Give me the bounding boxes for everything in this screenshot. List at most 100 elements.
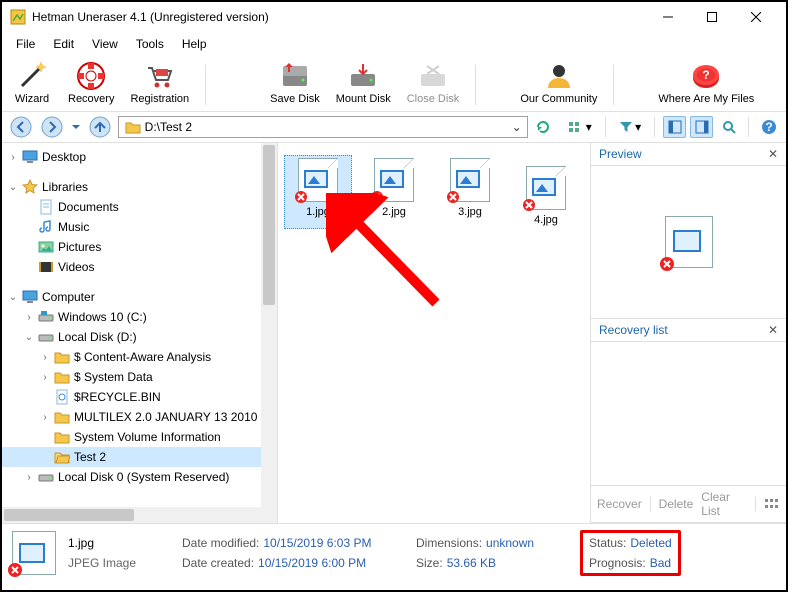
menu-edit[interactable]: Edit — [45, 34, 82, 54]
tree-svi[interactable]: System Volume Information — [2, 427, 262, 447]
tree-sysdata[interactable]: ›$ System Data — [2, 367, 262, 387]
file-item[interactable]: 2.jpg — [360, 155, 428, 229]
tree-videos[interactable]: Videos — [2, 257, 262, 277]
recovery-button[interactable]: Recovery — [64, 60, 118, 105]
maximize-button[interactable] — [690, 2, 734, 32]
forward-button[interactable] — [39, 115, 66, 139]
tree-test2[interactable]: Test 2 — [2, 447, 262, 467]
back-button[interactable] — [8, 115, 35, 139]
menu-tools[interactable]: Tools — [128, 34, 172, 54]
wizard-label: Wizard — [15, 93, 49, 105]
filter-button[interactable]: ▾ — [614, 116, 646, 138]
recovery-body — [591, 342, 786, 485]
drive-icon — [38, 469, 54, 485]
where-label: Where Are My Files — [658, 93, 754, 105]
recovery-title: Recovery list — [599, 323, 668, 337]
folder-icon — [54, 409, 70, 425]
recover-action[interactable]: Recover — [597, 497, 642, 511]
toolbar: Wizard Recovery Registration Save Disk M… — [2, 56, 786, 112]
menu-view[interactable]: View — [84, 34, 126, 54]
tree-multilex[interactable]: ›MULTILEX 2.0 JANUARY 13 2010 — [2, 407, 262, 427]
address-bar[interactable]: ⌄ — [118, 116, 528, 138]
tree-desktop[interactable]: ›Desktop — [2, 147, 262, 167]
close-disk-icon — [417, 60, 449, 92]
prognosis-label: Prognosis: — [589, 556, 646, 570]
tree-locald[interactable]: ⌄Local Disk (D:) — [2, 327, 262, 347]
delete-action[interactable]: Delete — [659, 497, 694, 511]
tree-vscrollbar[interactable] — [261, 143, 277, 523]
closedisk-button: Close Disk — [403, 60, 464, 105]
status-label: Status: — [589, 536, 626, 550]
folder-tree: ›Desktop ⌄Libraries Documents Music Pict… — [2, 143, 278, 523]
save-disk-icon — [279, 60, 311, 92]
search-button[interactable] — [717, 116, 740, 138]
preview-body — [591, 166, 786, 318]
mount-disk-icon — [347, 60, 379, 92]
titlebar: Hetman Uneraser 4.1 (Unregistered versio… — [2, 2, 786, 32]
address-input[interactable] — [145, 120, 509, 134]
registration-label: Registration — [130, 93, 189, 105]
preview-close-icon[interactable]: ✕ — [768, 147, 778, 161]
svg-text:?: ? — [703, 68, 710, 82]
help-button[interactable]: ? — [757, 116, 780, 138]
minimize-button[interactable] — [646, 2, 690, 32]
mountdisk-button[interactable]: Mount Disk — [332, 60, 395, 105]
tree-pictures[interactable]: Pictures — [2, 237, 262, 257]
image-file-icon — [665, 216, 713, 268]
panel-tree-button[interactable] — [663, 116, 686, 138]
recovery-panel: Recovery list ✕ Recover Delete Clear List — [591, 319, 786, 523]
music-icon — [38, 219, 54, 235]
file-item[interactable]: 4.jpg — [512, 163, 580, 229]
tree-hscrollbar[interactable] — [2, 507, 261, 523]
toolbar-separator — [475, 65, 476, 105]
options-icon[interactable] — [764, 498, 780, 510]
image-file-icon — [12, 531, 56, 575]
address-dropdown[interactable]: ⌄ — [509, 120, 525, 134]
tree-recycle[interactable]: $RECYCLE.BIN — [2, 387, 262, 407]
tree-libraries[interactable]: ⌄Libraries — [2, 177, 262, 197]
tree-win10[interactable]: ›Windows 10 (C:) — [2, 307, 262, 327]
registration-button[interactable]: Registration — [126, 60, 193, 105]
menu-file[interactable]: File — [8, 34, 43, 54]
videos-icon — [38, 259, 54, 275]
document-icon — [38, 199, 54, 215]
up-button[interactable] — [87, 115, 114, 139]
file-name: 4.jpg — [534, 214, 558, 226]
created-label: Date created: — [182, 556, 254, 570]
wizard-button[interactable]: Wizard — [8, 60, 56, 105]
toolbar-separator — [613, 65, 614, 105]
file-item[interactable]: 3.jpg — [436, 155, 504, 229]
image-file-icon — [526, 166, 566, 210]
details-bar: 1.jpg JPEG Image Date modified:10/15/201… — [2, 523, 786, 581]
folder-open-icon — [54, 449, 70, 465]
history-dropdown[interactable] — [70, 115, 83, 139]
close-button[interactable] — [734, 2, 778, 32]
tree-computer[interactable]: ⌄Computer — [2, 287, 262, 307]
savedisk-button[interactable]: Save Disk — [266, 60, 324, 105]
dimensions-label: Dimensions: — [416, 536, 482, 550]
app-icon — [10, 9, 26, 25]
where-button[interactable]: ? Where Are My Files — [654, 60, 758, 105]
file-item[interactable]: 1.jpg — [284, 155, 352, 229]
panel-preview-button[interactable] — [690, 116, 713, 138]
cart-icon — [144, 60, 176, 92]
clearlist-action[interactable]: Clear List — [701, 490, 747, 518]
tree-music[interactable]: Music — [2, 217, 262, 237]
dimensions-value: unknown — [486, 536, 534, 550]
tree-caa[interactable]: ›$ Content-Aware Analysis — [2, 347, 262, 367]
image-file-icon — [374, 158, 414, 202]
tree-documents[interactable]: Documents — [2, 197, 262, 217]
refresh-button[interactable] — [532, 116, 555, 138]
tree-local0[interactable]: ›Local Disk 0 (System Reserved) — [2, 467, 262, 487]
star-icon — [22, 179, 38, 195]
recovery-close-icon[interactable]: ✕ — [768, 323, 778, 337]
community-button[interactable]: Our Community — [516, 60, 601, 105]
window-title: Hetman Uneraser 4.1 (Unregistered versio… — [32, 10, 646, 24]
community-icon — [543, 60, 575, 92]
desktop-icon — [22, 149, 38, 165]
view-mode-button[interactable]: ▾ — [563, 116, 597, 138]
wand-icon — [16, 60, 48, 92]
created-value: 10/15/2019 6:00 PM — [258, 556, 366, 570]
menu-help[interactable]: Help — [174, 34, 215, 54]
size-value: 53.66 KB — [447, 556, 496, 570]
